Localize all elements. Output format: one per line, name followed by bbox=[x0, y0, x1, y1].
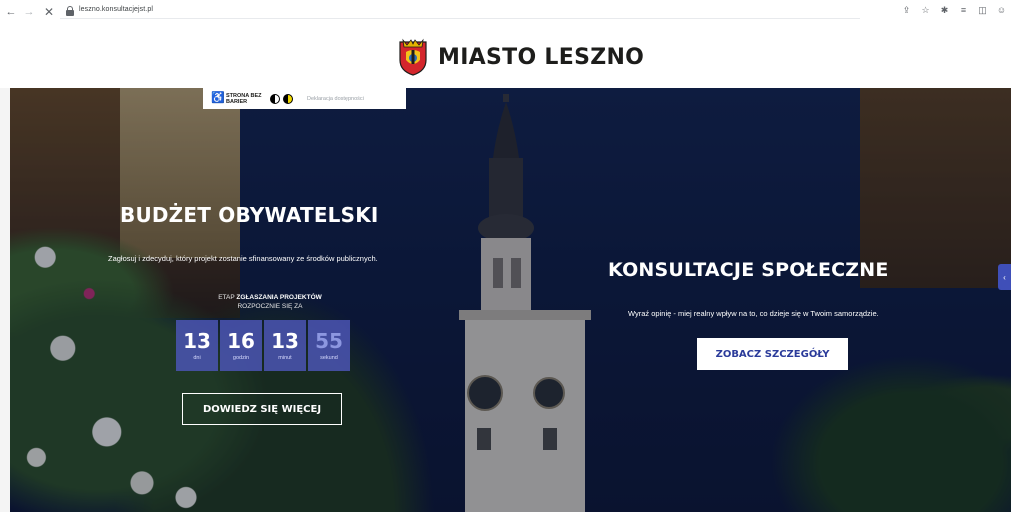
learn-more-button[interactable]: DOWIEDZ SIĘ WIĘCEJ bbox=[182, 393, 342, 425]
hero-banner bbox=[0, 88, 1011, 512]
stop-loading-icon[interactable]: ✕ bbox=[42, 5, 56, 19]
etap-subtitle: ROZPOCZNIE SIĘ ZA bbox=[237, 303, 303, 310]
see-details-button[interactable]: ZOBACZ SZCZEGÓŁY bbox=[697, 338, 848, 370]
countdown-label: godzin bbox=[232, 355, 250, 361]
konsultacje-title: KONSULTACJE SPOŁECZNE bbox=[608, 259, 889, 281]
accessibility-declaration-link[interactable]: Deklaracja dostępności bbox=[307, 96, 364, 102]
chevron-left-icon: ‹ bbox=[1003, 272, 1006, 282]
countdown-label: sekund bbox=[320, 355, 338, 361]
countdown-seconds: 55 sekund bbox=[308, 320, 350, 371]
budzet-description: Zagłosuj i zdecyduj, który projekt zosta… bbox=[108, 254, 378, 263]
reading-list-icon[interactable]: ≡ bbox=[958, 5, 969, 16]
budzet-title: BUDŻET OBYWATELSKI bbox=[120, 203, 379, 227]
side-panel-tab[interactable]: ‹ bbox=[998, 264, 1011, 290]
contrast-black-yellow-icon[interactable] bbox=[283, 93, 293, 104]
countdown-value: 13 bbox=[271, 329, 299, 353]
browser-toolbar: ← → ✕ leszno.konsultacjejst.pl ⇪ ☆ ✱ ≡ ◫… bbox=[0, 0, 1011, 24]
profile-icon[interactable]: ☺ bbox=[996, 5, 1007, 16]
countdown-label: minut bbox=[278, 355, 292, 361]
page-left-margin bbox=[0, 88, 10, 512]
countdown-minutes: 13 minut bbox=[264, 320, 306, 371]
leszno-coat-of-arms-icon[interactable] bbox=[398, 38, 428, 76]
extension-puzzle-icon[interactable]: ✱ bbox=[939, 5, 950, 16]
address-bar-url[interactable]: leszno.konsultacjejst.pl bbox=[79, 6, 153, 13]
bookmark-star-icon[interactable]: ☆ bbox=[920, 5, 931, 16]
countdown-value: 55 bbox=[315, 329, 343, 353]
accessibility-bar: ♿ STRONA BEZ BARIER Deklaracja dostępnoś… bbox=[203, 88, 406, 109]
share-icon[interactable]: ⇪ bbox=[901, 5, 912, 16]
side-panel-icon[interactable]: ◫ bbox=[977, 5, 988, 16]
etap-prefix: ETAP bbox=[218, 294, 235, 301]
countdown-days: 13 dni bbox=[176, 320, 218, 371]
browser-action-icons: ⇪ ☆ ✱ ≡ ◫ ☺ bbox=[901, 5, 1007, 16]
etap-name: ZGŁASZANIA PROJEKTÓW bbox=[236, 294, 322, 301]
hero-dark-overlay bbox=[0, 88, 1011, 512]
konsultacje-description: Wyraź opinię - miej realny wpływ na to, … bbox=[628, 309, 879, 318]
countdown-timer: 13 dni 16 godzin 13 minut 55 sekund bbox=[176, 320, 350, 371]
wheelchair-icon[interactable]: ♿ bbox=[211, 92, 225, 105]
countdown-value: 16 bbox=[227, 329, 255, 353]
accessibility-label[interactable]: STRONA BEZ BARIER bbox=[226, 93, 264, 105]
forward-arrow-icon[interactable]: → bbox=[22, 5, 36, 19]
countdown-value: 13 bbox=[183, 329, 211, 353]
etap-line: ETAP ZGŁASZANIA PROJEKTÓW bbox=[190, 294, 350, 301]
countdown-hours: 16 godzin bbox=[220, 320, 262, 371]
contrast-black-white-icon[interactable] bbox=[270, 93, 280, 104]
site-logo-text[interactable]: MIASTO LESZNO bbox=[438, 45, 644, 70]
countdown-label: dni bbox=[193, 355, 201, 361]
back-arrow-icon[interactable]: ← bbox=[4, 5, 18, 19]
lock-icon[interactable] bbox=[66, 6, 74, 16]
address-bar-divider bbox=[60, 18, 860, 19]
